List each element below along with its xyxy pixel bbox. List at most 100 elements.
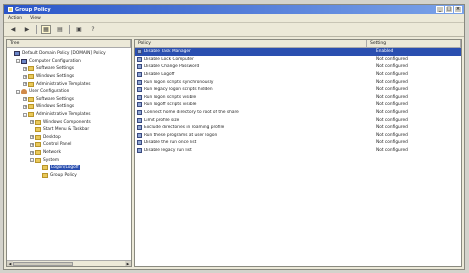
tree-item-label: Group Policy: [50, 172, 77, 178]
policy-row[interactable]: Connect home directory to root of the sh…: [135, 109, 461, 117]
folder-icon: [35, 142, 41, 148]
folder-icon: [28, 81, 34, 87]
expand-icon[interactable]: +: [23, 74, 27, 79]
help-button[interactable]: ?: [88, 25, 98, 34]
policy-setting-icon: [137, 148, 142, 154]
close-button[interactable]: ×: [454, 6, 462, 13]
tree-item[interactable]: Group Policy: [9, 172, 131, 180]
tree-item[interactable]: + Control Panel: [9, 141, 131, 149]
collapse-icon[interactable]: -: [30, 158, 34, 163]
expand-icon[interactable]: +: [23, 104, 27, 109]
policy-name: Disable the run once list: [144, 140, 197, 146]
expand-icon[interactable]: +: [30, 135, 34, 140]
policy-row[interactable]: Disable Task Manager Enabled: [135, 48, 461, 56]
forward-button[interactable]: ▶: [22, 25, 32, 34]
tree-header-label: Tree: [7, 40, 131, 47]
tree-item-label: Windows Settings: [36, 104, 75, 110]
computer-icon: [21, 58, 27, 64]
policy-row[interactable]: Run logon scripts synchronously Not confi…: [135, 78, 461, 86]
expand-icon[interactable]: +: [23, 82, 27, 87]
policy-state: Not configured: [376, 117, 408, 123]
tree-item[interactable]: - Administrative Templates: [9, 111, 131, 119]
policy-row[interactable]: Exclude directories in roaming profile No…: [135, 124, 461, 132]
show-tree-button[interactable]: ▦: [41, 25, 51, 34]
policy-setting-icon: [137, 49, 142, 55]
expand-icon[interactable]: +: [30, 150, 34, 155]
minimize-button[interactable]: _: [436, 6, 444, 13]
collapse-icon[interactable]: -: [16, 89, 20, 94]
tree-item-label: Network: [43, 150, 61, 156]
tree-item[interactable]: + Windows Settings: [9, 103, 131, 111]
policy-row[interactable]: Run legacy logon scripts hidden Not confi…: [135, 86, 461, 94]
policy-state: Not configured: [376, 132, 408, 138]
window-controls: _ □ ×: [436, 6, 462, 13]
export-list-button[interactable]: ▣: [74, 25, 84, 34]
tree-item[interactable]: + Desktop: [9, 134, 131, 142]
policy-name: Run these programs at user logon: [144, 132, 218, 138]
column-header-policy[interactable]: Policy: [135, 40, 367, 47]
collapse-icon[interactable]: -: [16, 59, 20, 64]
collapse-icon[interactable]: -: [23, 112, 27, 117]
user-icon: [21, 89, 27, 95]
policy-setting-icon: [137, 132, 142, 138]
maximize-button[interactable]: □: [445, 6, 453, 13]
policy-name: Run logoff scripts visible: [144, 102, 197, 108]
tree-horizontal-scrollbar[interactable]: ◀ ▶: [7, 260, 131, 266]
tree-item[interactable]: Logon/Logoff: [9, 164, 131, 172]
policy-row[interactable]: Limit profile size Not configured: [135, 116, 461, 124]
policy-name: Disable legacy run list: [144, 148, 192, 154]
policy-state: Not configured: [376, 110, 408, 116]
up-level-button[interactable]: ▤: [55, 25, 65, 34]
tree-item[interactable]: - Computer Configuration: [9, 58, 131, 66]
tree-item-label: System: [43, 157, 60, 163]
policy-row[interactable]: Run these programs at user logon Not conf…: [135, 132, 461, 140]
tree-item[interactable]: - System: [9, 156, 131, 164]
policy-row[interactable]: Run logon scripts visible Not configured: [135, 94, 461, 102]
tree-item-label: Desktop: [43, 134, 61, 140]
policy-name: Disable Lock Computer: [144, 56, 194, 62]
back-button[interactable]: ◀: [8, 25, 18, 34]
tree-item[interactable]: + Windows Settings: [9, 73, 131, 81]
expand-icon[interactable]: +: [30, 120, 34, 125]
tree-item[interactable]: + Administrative Templates: [9, 80, 131, 88]
toolbar-separator: [36, 25, 37, 34]
tree-item-label: Start Menu & Taskbar: [43, 127, 90, 133]
policy-name: Limit profile size: [144, 117, 180, 123]
folder-icon: [42, 172, 48, 178]
tree-item[interactable]: + Software Settings: [9, 96, 131, 104]
expand-icon[interactable]: +: [23, 66, 27, 71]
group-policy-window: Group Policy _ □ × Action View ◀ ▶ ▦ ▤ ▣…: [3, 4, 465, 270]
tree-item[interactable]: - User Configuration: [9, 88, 131, 96]
menu-view[interactable]: View: [30, 16, 41, 21]
tree-item[interactable]: + Windows Components: [9, 118, 131, 126]
expand-icon[interactable]: +: [23, 97, 27, 102]
policy-state: Not configured: [376, 79, 408, 85]
policy-row[interactable]: Disable legacy run list Not configured: [135, 147, 461, 155]
policy-row[interactable]: Disable Lock Computer Not configured: [135, 56, 461, 64]
menu-bar: Action View: [4, 14, 464, 23]
column-header-setting[interactable]: Setting: [367, 40, 461, 47]
scroll-thumb[interactable]: [13, 262, 73, 266]
folder-icon: [28, 104, 34, 110]
policy-row[interactable]: Disable Logoff Not configured: [135, 71, 461, 79]
scroll-right-arrow-icon[interactable]: ▶: [125, 261, 131, 266]
menu-action[interactable]: Action: [8, 16, 22, 21]
tree-item[interactable]: + Network: [9, 149, 131, 157]
policy-name: Run logon scripts visible: [144, 94, 197, 100]
tree-item[interactable]: Start Menu & Taskbar: [9, 126, 131, 134]
policy-row[interactable]: Run logoff scripts visible Not configured: [135, 101, 461, 109]
policy-row[interactable]: Disable Change Password Not configured: [135, 63, 461, 71]
policy-name: Exclude directories in roaming profile: [144, 125, 225, 131]
tree-item-label: Windows Settings: [36, 74, 75, 80]
folder-icon: [35, 157, 41, 163]
policy-row[interactable]: Disable the run once list Not configured: [135, 139, 461, 147]
policy-state: Not configured: [376, 140, 408, 146]
tree-item-label: Control Panel: [43, 142, 72, 148]
tree-item[interactable]: Default Domain Policy [DOMAIN] Policy: [9, 50, 131, 58]
policy-state: Not configured: [376, 56, 408, 62]
policy-name: Disable Logoff: [144, 72, 175, 78]
tree-item[interactable]: + Software Settings: [9, 65, 131, 73]
policy-setting-icon: [137, 87, 142, 93]
expand-icon[interactable]: +: [30, 142, 34, 147]
policy-name: Run logon scripts synchronously: [144, 79, 214, 85]
